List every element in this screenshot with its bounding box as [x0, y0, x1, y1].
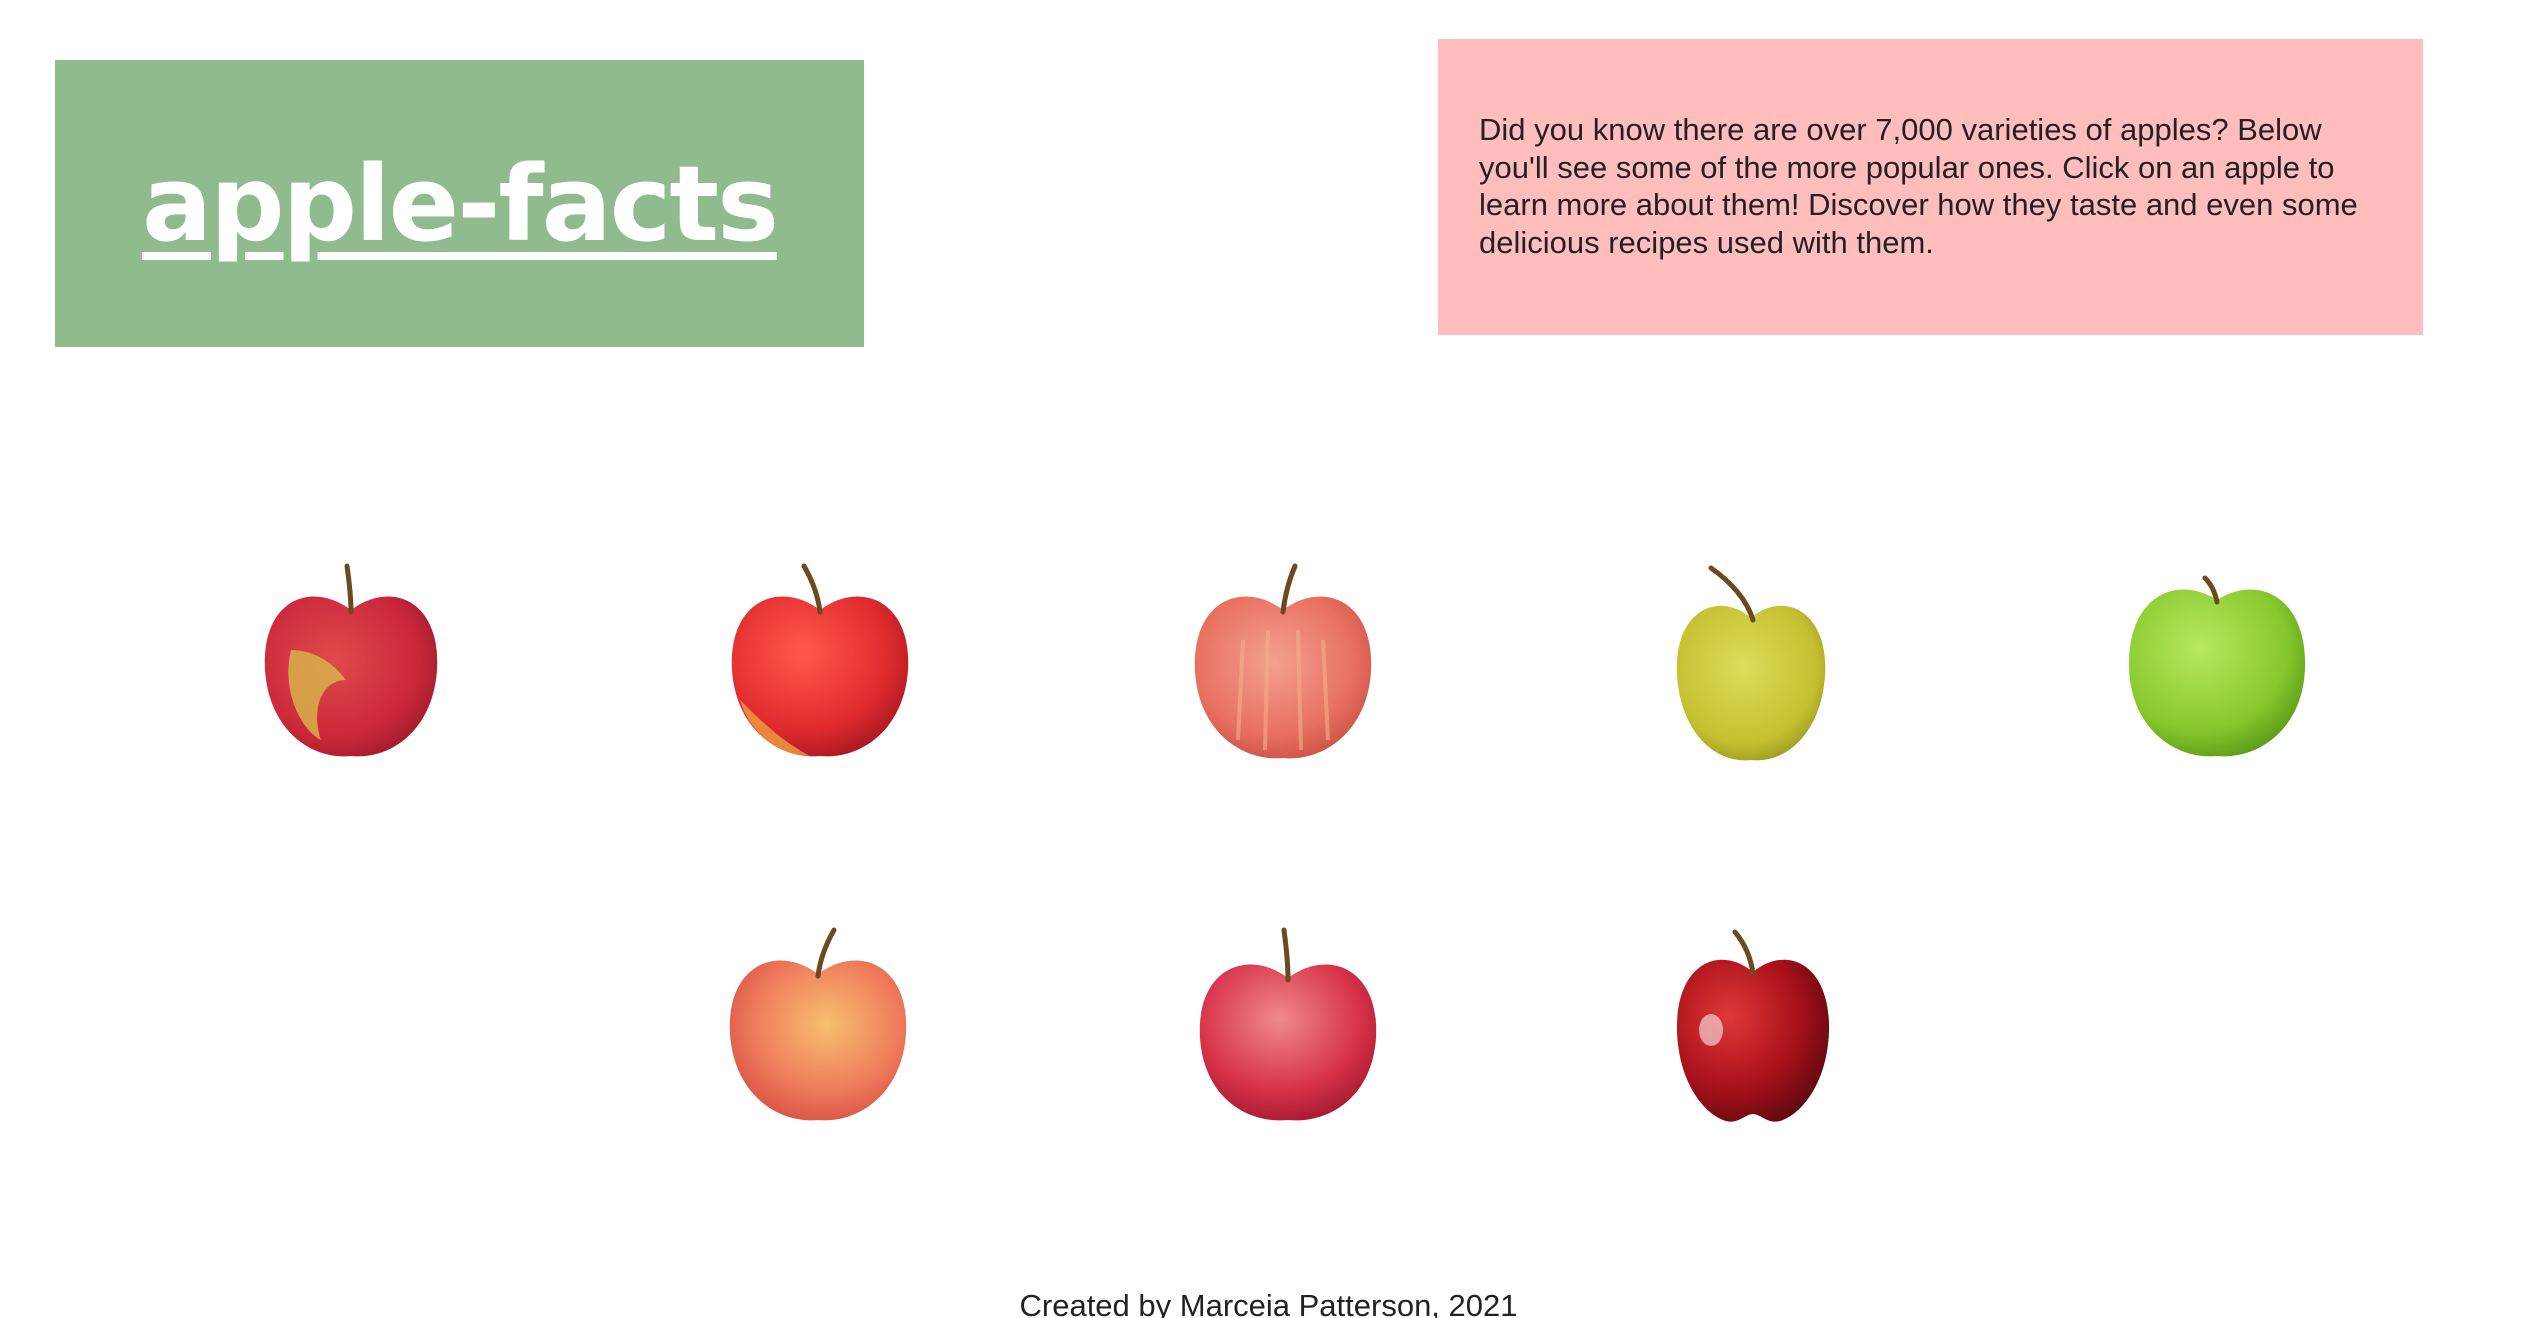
apple-card-8[interactable] — [1653, 922, 1853, 1132]
honeycrisp-apple-icon — [264, 563, 438, 757]
apple-card-5[interactable] — [2117, 560, 2317, 770]
page: apple-facts Did you know there are over … — [0, 0, 2537, 1318]
title-banner: apple-facts — [55, 60, 864, 347]
granny-smith-apple-icon — [2128, 575, 2306, 757]
apple-card-2[interactable] — [720, 560, 920, 770]
pink-lady-apple-icon — [729, 927, 907, 1121]
apple-card-6[interactable] — [718, 922, 918, 1132]
fuji-apple-icon — [1194, 563, 1372, 759]
intro-text: Did you know there are over 7,000 variet… — [1479, 112, 2358, 260]
footer-credit: Created by Marceia Patterson, 2021 — [1019, 1288, 1518, 1318]
apple-card-3[interactable] — [1183, 560, 1383, 770]
apple-card-4[interactable] — [1651, 560, 1851, 770]
golden-delicious-apple-icon — [1676, 565, 1826, 761]
site-title-link[interactable]: apple-facts — [142, 143, 779, 265]
braeburn-apple-icon — [1199, 927, 1377, 1121]
intro-panel: Did you know there are over 7,000 variet… — [1438, 39, 2423, 335]
red-delicious-apple-icon — [1676, 929, 1830, 1122]
apple-card-7[interactable] — [1188, 922, 1388, 1132]
gala-apple-icon — [731, 563, 909, 757]
apple-card-1[interactable] — [251, 560, 451, 770]
